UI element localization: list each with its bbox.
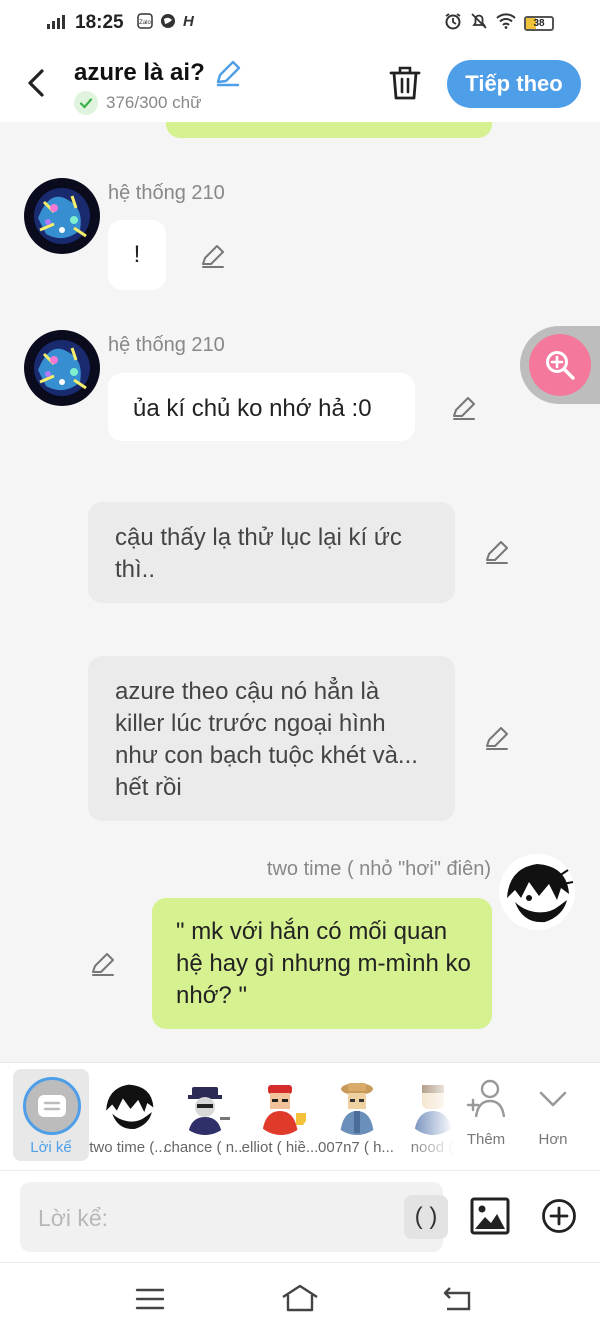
mute-bell-icon xyxy=(470,12,488,35)
h-app-icon: H xyxy=(183,13,194,30)
character-bar: Lời kể two time (... chance ( n... ellio… xyxy=(0,1062,600,1171)
status-bar: 18:25 Zalo H 38 xyxy=(0,0,600,46)
narration-input[interactable]: Lời kể: ( ) xyxy=(20,1182,448,1252)
next-button[interactable]: Tiếp theo xyxy=(447,60,581,108)
message-bubble[interactable]: ! xyxy=(108,220,166,290)
zoom-button[interactable] xyxy=(529,334,591,396)
character-label: 007n7 ( h... xyxy=(318,1139,394,1156)
previous-message-bubble xyxy=(166,122,492,138)
edit-icon[interactable] xyxy=(199,242,227,270)
wifi-icon xyxy=(496,13,516,34)
character-item[interactable]: chance ( n... xyxy=(164,1069,244,1161)
character-label: two time (... xyxy=(89,1139,167,1156)
add-icon[interactable] xyxy=(541,1198,577,1234)
sender-name: two time ( nhỏ "hơi" điên) xyxy=(266,858,491,880)
parenthesis-button[interactable]: ( ) xyxy=(404,1195,448,1239)
character-label: elliot ( hiề... xyxy=(241,1139,319,1156)
signal-icon xyxy=(47,15,65,29)
chat-area[interactable]: hệ thống 210 ! hệ thống 210 ủa kí chủ ko… xyxy=(0,122,600,1062)
avatar[interactable] xyxy=(499,854,575,930)
character-item[interactable]: 007n7 ( h... xyxy=(318,1069,394,1161)
page-title: azure là ai? xyxy=(74,58,243,88)
character-item[interactable]: two time (... xyxy=(89,1069,167,1161)
battery-icon: 38 xyxy=(524,16,554,31)
edit-title-icon[interactable] xyxy=(213,58,243,88)
more-characters-button[interactable]: Hơn xyxy=(522,1075,584,1159)
message-bubble[interactable]: " mk với hắn có mối quan hệ hay gì nhưng… xyxy=(152,898,492,1029)
add-character-label: Thêm xyxy=(466,1131,506,1148)
edit-icon[interactable] xyxy=(483,538,511,566)
chevron-down-icon xyxy=(539,1091,567,1107)
svg-text:Zalo: Zalo xyxy=(139,20,151,26)
character-label: chance ( n... xyxy=(164,1139,244,1156)
zoom-in-icon xyxy=(546,351,575,380)
status-time: 18:25 xyxy=(75,12,124,33)
message-bubble[interactable]: ủa kí chủ ko nhớ hả :0 xyxy=(108,373,415,441)
globe-icon xyxy=(160,13,176,33)
back-icon[interactable] xyxy=(22,66,52,100)
sender-name: hệ thống 210 xyxy=(108,334,225,356)
add-person-icon xyxy=(466,1079,506,1118)
sender-name: hệ thống 210 xyxy=(108,182,225,204)
input-bar: Lời kể: ( ) xyxy=(0,1170,600,1262)
character-avatar xyxy=(252,1077,310,1135)
word-count: 376/300 chữ xyxy=(74,91,202,115)
trash-icon[interactable] xyxy=(388,65,422,101)
character-narrator[interactable]: Lời kể xyxy=(13,1069,89,1161)
avatar[interactable] xyxy=(24,178,100,254)
more-characters-label: Hơn xyxy=(538,1131,568,1148)
character-avatar xyxy=(100,1077,158,1135)
input-placeholder: Lời kể: xyxy=(38,1205,109,1231)
edit-icon[interactable] xyxy=(483,724,511,752)
character-avatar xyxy=(176,1077,234,1135)
app-header: azure là ai? 376/300 chữ Tiếp theo xyxy=(0,46,600,122)
edit-icon[interactable] xyxy=(89,950,117,978)
image-icon[interactable] xyxy=(470,1196,510,1236)
character-label: Lời kể xyxy=(30,1139,72,1156)
narration-bubble[interactable]: azure theo cậu nó hẳn là killer lúc trướ… xyxy=(88,656,455,821)
alarm-icon xyxy=(444,12,462,35)
system-nav-bar xyxy=(0,1262,600,1333)
zalo-icon: Zalo xyxy=(137,13,153,33)
narration-bubble[interactable]: cậu thấy lạ thử lục lại kí ức thì.. xyxy=(88,502,455,603)
home-icon[interactable] xyxy=(280,1283,320,1313)
narration-icon xyxy=(38,1095,66,1117)
add-character-button[interactable]: Thêm xyxy=(455,1075,517,1159)
edit-icon[interactable] xyxy=(450,394,478,422)
menu-icon[interactable] xyxy=(135,1286,165,1312)
check-icon xyxy=(74,91,98,115)
avatar[interactable] xyxy=(24,330,100,406)
character-item[interactable]: elliot ( hiề... xyxy=(242,1069,318,1161)
character-avatar xyxy=(328,1077,386,1135)
back-nav-icon[interactable] xyxy=(441,1285,473,1313)
narrator-avatar xyxy=(23,1077,81,1135)
